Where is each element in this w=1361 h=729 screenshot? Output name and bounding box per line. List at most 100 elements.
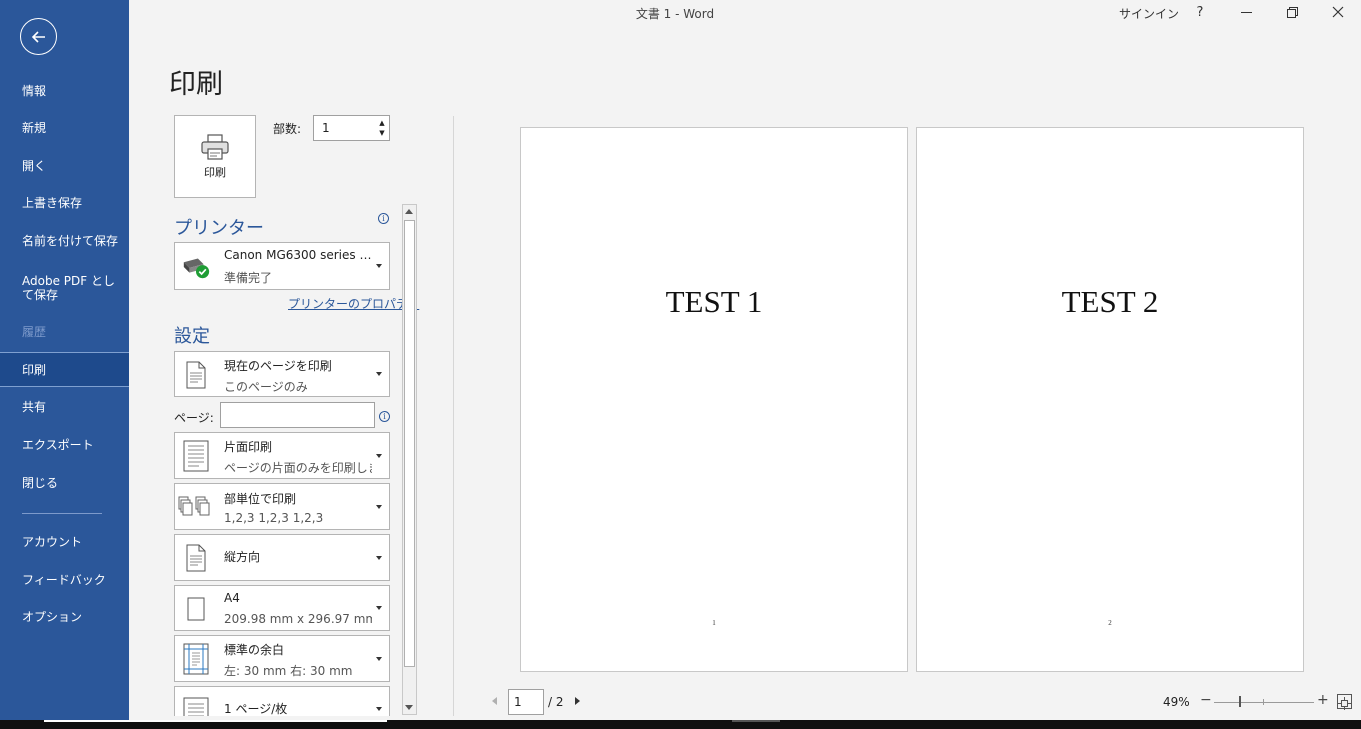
sidebar-item-share[interactable]: 共有 — [0, 390, 129, 424]
print-range-select[interactable]: 現在のページを印刷 このページのみ — [174, 351, 390, 397]
back-button[interactable] — [20, 18, 57, 55]
sidebar-item-save-as-pdf[interactable]: Adobe PDF として保存 — [0, 270, 129, 306]
copies-input[interactable]: 1 ▲ ▼ — [313, 115, 390, 141]
backstage-sidebar: 情報 新規 開く 上書き保存 名前を付けて保存 Adobe PDF として保存 … — [0, 0, 129, 720]
taskbar-segment — [732, 720, 780, 722]
collation-desc: 1,2,3 1,2,3 1,2,3 — [224, 511, 324, 525]
copies-value: 1 — [322, 121, 330, 135]
paper-size-desc: 209.98 mm x 296.97 mm — [224, 612, 372, 626]
chevron-down-icon — [376, 504, 382, 509]
preview-page-text: TEST 2 — [1061, 284, 1159, 319]
zoom-to-page-icon[interactable] — [1337, 694, 1352, 710]
preview-page-number: 2 — [1108, 619, 1112, 627]
sides-label: 片面印刷 — [224, 440, 273, 454]
zoom-slider-track[interactable] — [1214, 702, 1314, 703]
printer-status: 準備完了 — [224, 271, 273, 285]
preview-page-text: TEST 1 — [665, 284, 763, 319]
preview-page-1: TEST 1 1 — [520, 127, 908, 672]
settings-scrollbar[interactable] — [402, 204, 417, 715]
close-icon — [1332, 6, 1344, 18]
settings-heading: 設定 — [174, 326, 210, 347]
sidebar-item-options[interactable]: オプション — [0, 600, 129, 634]
paper-size-icon — [181, 592, 211, 626]
minimize-button[interactable] — [1236, 2, 1256, 22]
signin-link[interactable]: サインイン — [1119, 5, 1179, 22]
chevron-down-icon — [376, 264, 382, 268]
margins-select[interactable]: 標準の余白 左: 30 mm 右: 30 mm — [174, 635, 390, 682]
previous-page-icon[interactable] — [492, 697, 497, 705]
close-button[interactable] — [1328, 2, 1348, 22]
restore-icon — [1286, 6, 1298, 18]
printer-icon — [201, 133, 229, 160]
scroll-down-icon[interactable] — [405, 705, 413, 710]
current-page-value: 1 — [514, 695, 522, 709]
sidebar-item-export[interactable]: エクスポート — [0, 428, 129, 462]
scroll-up-icon[interactable] — [405, 209, 413, 214]
orientation-label: 縦方向 — [224, 550, 261, 564]
margins-icon — [181, 642, 211, 676]
pages-per-sheet-label: 1 ページ/枚 — [224, 702, 288, 716]
collation-select[interactable]: 部単位で印刷 1,2,3 1,2,3 1,2,3 — [174, 483, 390, 530]
pages-per-sheet-select[interactable]: 1 ページ/枚 — [174, 686, 390, 716]
sidebar-separator — [22, 513, 102, 514]
collated-icon — [178, 490, 214, 524]
sidebar-item-new[interactable]: 新規 — [0, 111, 129, 145]
taskbar-strip — [0, 720, 1361, 729]
sidebar-item-history: 履歴 — [22, 325, 47, 339]
printer-properties-link[interactable]: プリンターのプロパティ — [288, 295, 419, 312]
zoom-in-button[interactable]: + — [1317, 692, 1329, 708]
orientation-select[interactable]: 縦方向 — [174, 534, 390, 581]
scrollbar-thumb[interactable] — [404, 220, 415, 667]
copies-down-icon[interactable]: ▼ — [378, 129, 386, 137]
preview-page-number: 1 — [712, 619, 716, 627]
sides-select[interactable]: 片面印刷 ページの片面のみを印刷します — [174, 432, 390, 479]
chevron-down-icon — [376, 707, 382, 711]
restore-button[interactable] — [1282, 2, 1302, 22]
help-button[interactable]: ? — [1190, 2, 1210, 22]
sides-desc: ページの片面のみを印刷します — [224, 461, 372, 475]
preview-page-2: TEST 2 2 — [916, 127, 1304, 672]
portrait-icon — [181, 541, 211, 575]
sidebar-item-close[interactable]: 閉じる — [0, 466, 129, 500]
print-button[interactable]: 印刷 — [174, 115, 256, 198]
copies-up-icon[interactable]: ▲ — [378, 119, 386, 127]
back-arrow-icon — [31, 30, 45, 43]
printer-ready-icon — [181, 249, 211, 283]
chevron-down-icon — [376, 453, 382, 458]
chevron-down-icon — [376, 555, 382, 560]
sidebar-item-feedback[interactable]: フィードバック — [0, 563, 129, 597]
current-page-input[interactable]: 1 — [508, 689, 544, 715]
print-button-label: 印刷 — [204, 165, 226, 179]
total-pages: / 2 — [548, 695, 564, 709]
printer-info-icon[interactable]: i — [378, 213, 389, 224]
pages-per-sheet-icon — [181, 693, 211, 716]
taskbar-segment — [44, 720, 387, 722]
paper-size-select[interactable]: A4 209.98 mm x 296.97 mm — [174, 585, 390, 631]
pages-info-icon[interactable]: i — [379, 411, 390, 422]
sidebar-item-save-as[interactable]: 名前を付けて保存 — [0, 224, 129, 258]
print-range-desc: このページのみ — [224, 380, 308, 394]
pane-divider — [453, 116, 454, 716]
zoom-out-button[interactable]: − — [1200, 692, 1212, 708]
pages-label: ページ: — [174, 411, 214, 425]
printer-select[interactable]: Canon MG6300 series Printer 準備完了 — [174, 242, 390, 290]
printer-heading: プリンター — [174, 218, 264, 239]
collation-label: 部単位で印刷 — [224, 492, 297, 506]
sidebar-item-save[interactable]: 上書き保存 — [0, 186, 129, 220]
window-title: 文書 1 - Word — [635, 7, 715, 21]
next-page-icon[interactable] — [575, 697, 580, 705]
printer-name: Canon MG6300 series Printer — [224, 248, 372, 262]
sidebar-item-info[interactable]: 情報 — [0, 74, 129, 108]
sidebar-item-print[interactable]: 印刷 — [0, 352, 129, 387]
zoom-level[interactable]: 49% — [1163, 695, 1190, 709]
pages-input[interactable] — [220, 402, 375, 428]
page-icon — [181, 358, 211, 392]
sidebar-item-open[interactable]: 開く — [0, 149, 129, 183]
minimize-icon — [1240, 11, 1252, 13]
chevron-down-icon — [376, 656, 382, 661]
chevron-down-icon — [376, 372, 382, 376]
sidebar-item-account[interactable]: アカウント — [0, 525, 129, 559]
zoom-slider-thumb[interactable] — [1239, 696, 1241, 707]
margins-label: 標準の余白 — [224, 643, 285, 657]
zoom-slider-center-tick — [1263, 699, 1264, 705]
